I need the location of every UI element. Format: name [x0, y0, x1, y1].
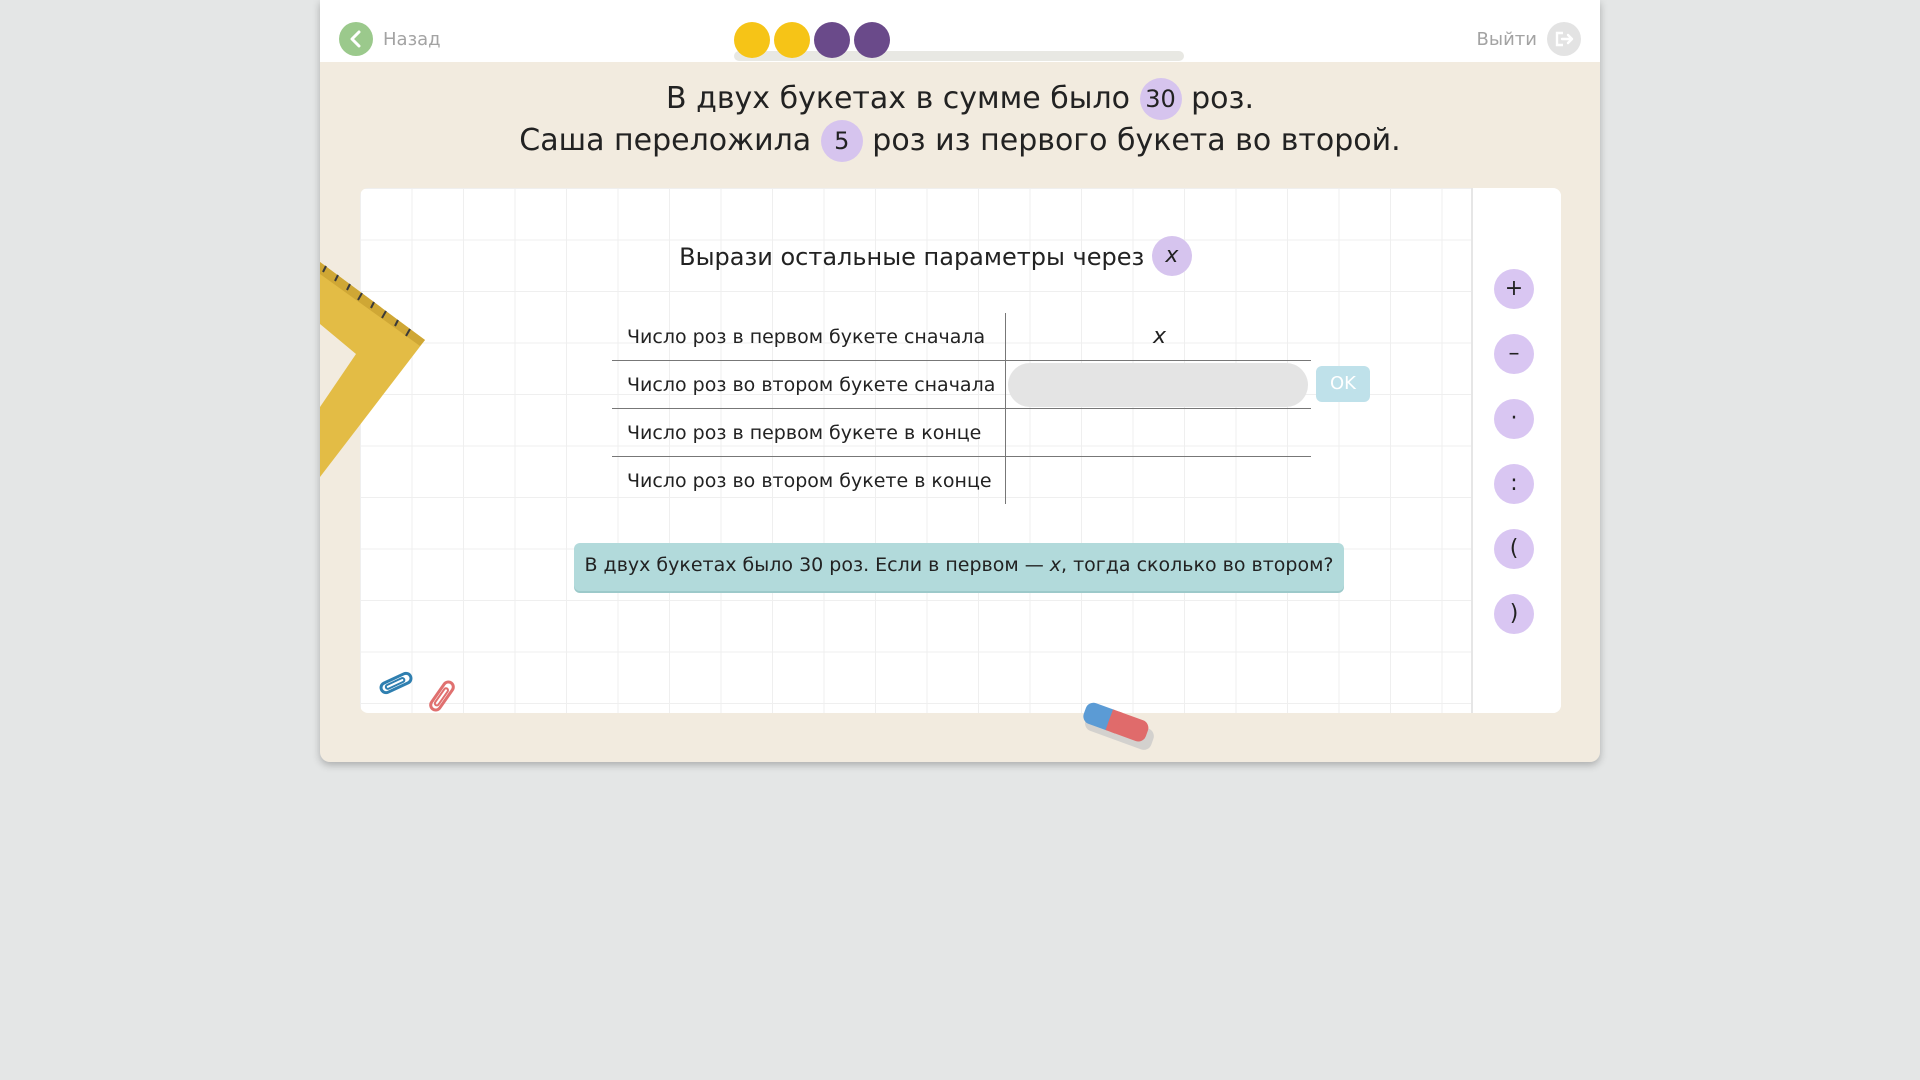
paperclip-red-icon — [429, 680, 455, 712]
table-row: Число роз во втором букете сначала — [612, 360, 1311, 409]
task-instruction: Вырази остальные параметры через x — [360, 236, 1511, 278]
table-row: Число роз во втором букете в конце — [612, 456, 1312, 505]
problem-text: роз из первого букета во второй. — [872, 123, 1401, 158]
answer-input[interactable] — [1008, 362, 1308, 407]
table-row: Число роз в первом букете в конце — [612, 408, 1311, 457]
progress-dot — [774, 22, 810, 58]
back-label: Назад — [383, 28, 441, 50]
problem-text: роз. — [1191, 81, 1254, 116]
variable-value: x — [1152, 324, 1167, 349]
hint-variable: x — [1049, 554, 1062, 576]
progress-dot — [854, 22, 890, 58]
progress-indicator — [734, 22, 1198, 62]
progress-dot — [814, 22, 850, 58]
row-label: Число роз во втором букете сначала — [612, 360, 1006, 409]
open-paren-button[interactable]: ( — [1494, 529, 1534, 569]
multiply-button[interactable]: · — [1494, 399, 1534, 439]
plus-button[interactable]: + — [1494, 269, 1534, 309]
ok-button[interactable]: OK — [1316, 366, 1370, 402]
parameters-table: Число роз в первом букете сначала x Числ… — [612, 313, 1311, 504]
divide-button[interactable]: : — [1494, 464, 1534, 504]
problem-text: В двух букетах в сумме было — [666, 81, 1131, 116]
paperclip-blue-icon — [379, 671, 413, 695]
row-label: Число роз в первом букете в конце — [612, 408, 1006, 457]
hint-text: В двух букетах было 30 роз. Если в перво… — [584, 554, 1050, 576]
close-paren-button[interactable]: ) — [1494, 594, 1534, 634]
row-label: Число роз во втором букете в конце — [612, 456, 1006, 504]
back-button[interactable]: Назад — [339, 22, 441, 56]
minus-button[interactable]: – — [1494, 334, 1534, 374]
progress-dot — [734, 22, 770, 58]
exit-button[interactable]: Выйти — [1477, 22, 1581, 56]
row-label: Число роз в первом букете сначала — [612, 313, 1006, 361]
hint-text: , тогда сколько во втором? — [1061, 554, 1334, 576]
row-value: x — [1005, 313, 1311, 361]
exit-icon — [1547, 22, 1581, 56]
row-value — [1006, 457, 1312, 505]
problem-line-2: Саша переложила 5 роз из первого букета … — [320, 120, 1600, 162]
variable-chip: x — [1151, 236, 1192, 276]
number-chip: 5 — [820, 120, 863, 162]
row-value — [1005, 360, 1311, 409]
table-row: Число роз в первом букете сначала x — [612, 313, 1311, 361]
exit-label: Выйти — [1476, 28, 1537, 50]
ruler-triangle-icon — [320, 262, 425, 477]
problem-statement: В двух букетах в сумме было 30 роз. Саша… — [320, 78, 1600, 162]
hint-box: В двух букетах было 30 роз. Если в перво… — [574, 543, 1344, 591]
problem-text: Саша переложила — [519, 123, 812, 158]
row-value — [1005, 408, 1311, 457]
number-chip: 30 — [1139, 78, 1182, 120]
top-bar: Назад Выйти — [320, 0, 1600, 62]
chevron-left-icon — [339, 22, 373, 56]
task-text: Вырази остальные параметры через — [679, 243, 1145, 271]
eraser-icon — [1083, 702, 1154, 750]
problem-line-1: В двух букетах в сумме было 30 роз. — [320, 78, 1600, 120]
